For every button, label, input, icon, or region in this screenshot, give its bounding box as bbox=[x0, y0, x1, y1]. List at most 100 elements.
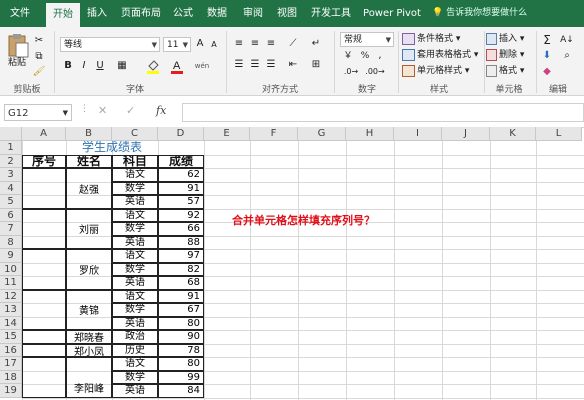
column-header[interactable]: K bbox=[490, 127, 536, 141]
row-header[interactable]: 11 bbox=[0, 276, 22, 290]
row-header[interactable]: 16 bbox=[0, 343, 22, 357]
column-header[interactable]: J bbox=[442, 127, 490, 141]
score-cell[interactable]: 88 bbox=[158, 235, 204, 249]
serial-number-cell[interactable] bbox=[22, 357, 66, 398]
subject-cell[interactable]: 英语 bbox=[112, 316, 158, 330]
row-header[interactable]: 18 bbox=[0, 370, 22, 384]
cut-icon[interactable]: ✂ bbox=[32, 33, 46, 49]
format-cells-button[interactable]: 格式 ▾ bbox=[486, 64, 524, 78]
comma-button[interactable]: , bbox=[374, 48, 386, 64]
align-center-icon[interactable]: ☰ bbox=[248, 57, 262, 73]
number-format-select[interactable]: 常规 ▼ bbox=[340, 32, 394, 47]
subject-cell[interactable]: 数学 bbox=[112, 181, 158, 195]
row-header[interactable]: 10 bbox=[0, 262, 22, 276]
column-header[interactable]: H bbox=[346, 127, 394, 141]
delete-cells-button[interactable]: 删除 ▾ bbox=[486, 48, 524, 62]
autosum-icon[interactable]: Σ bbox=[540, 32, 554, 48]
row-header[interactable]: 4 bbox=[0, 181, 22, 195]
subject-cell[interactable]: 英语 bbox=[112, 276, 158, 290]
score-cell[interactable]: 68 bbox=[158, 276, 204, 290]
align-right-icon[interactable]: ☰ bbox=[264, 57, 278, 73]
score-cell[interactable]: 62 bbox=[158, 168, 204, 182]
wrap-text-icon[interactable]: ↵ bbox=[308, 36, 324, 52]
score-cell[interactable]: 91 bbox=[158, 289, 204, 303]
row-header[interactable]: 14 bbox=[0, 316, 22, 330]
column-header[interactable]: D bbox=[158, 127, 204, 141]
insert-function-icon[interactable]: fx bbox=[156, 104, 166, 117]
row-header[interactable]: 13 bbox=[0, 303, 22, 317]
score-cell[interactable]: 80 bbox=[158, 357, 204, 371]
font-name-select[interactable]: 等线 ▼ bbox=[60, 37, 160, 52]
score-cell[interactable]: 84 bbox=[158, 384, 204, 398]
score-cell[interactable]: 97 bbox=[158, 249, 204, 263]
grow-font-button[interactable]: A bbox=[194, 36, 206, 52]
subject-cell[interactable]: 历史 bbox=[112, 343, 158, 357]
column-header[interactable]: F bbox=[250, 127, 298, 141]
shrink-font-button[interactable]: A bbox=[208, 37, 220, 53]
student-name-cell[interactable]: 郑小凤 bbox=[66, 343, 112, 357]
row-header[interactable]: 1 bbox=[0, 141, 22, 155]
indent-icon[interactable]: ⇤ bbox=[284, 57, 302, 73]
clear-icon[interactable]: ◆ bbox=[540, 64, 554, 80]
student-name-cell[interactable]: 罗欣 bbox=[66, 249, 112, 290]
name-box[interactable]: G12 ▼ bbox=[4, 104, 72, 121]
subject-cell[interactable]: 语文 bbox=[112, 208, 158, 222]
subject-cell[interactable]: 英语 bbox=[112, 235, 158, 249]
subject-cell[interactable]: 数学 bbox=[112, 370, 158, 384]
align-top-icon[interactable]: ≡ bbox=[232, 36, 246, 52]
tab-insert[interactable]: 插入 bbox=[84, 0, 110, 27]
row-header[interactable]: 6 bbox=[0, 208, 22, 222]
subject-cell[interactable]: 数学 bbox=[112, 303, 158, 317]
subject-cell[interactable]: 英语 bbox=[112, 384, 158, 398]
score-cell[interactable]: 57 bbox=[158, 195, 204, 209]
copy-icon[interactable]: ⧉ bbox=[32, 49, 46, 65]
sort-filter-icon[interactable]: A↓ bbox=[558, 32, 576, 48]
orientation-icon[interactable]: ⟋ bbox=[284, 36, 302, 52]
serial-number-cell[interactable] bbox=[22, 289, 66, 330]
subject-cell[interactable]: 英语 bbox=[112, 195, 158, 209]
column-header[interactable]: A bbox=[22, 127, 66, 141]
column-header[interactable]: I bbox=[394, 127, 442, 141]
cancel-icon[interactable]: ✕ bbox=[98, 104, 107, 117]
align-left-icon[interactable]: ☰ bbox=[232, 57, 246, 73]
tab-review[interactable]: 审阅 bbox=[240, 0, 266, 27]
select-all-corner[interactable] bbox=[0, 127, 22, 141]
student-name-cell[interactable]: 李阳峰 bbox=[66, 357, 112, 398]
serial-number-cell[interactable] bbox=[22, 208, 66, 249]
cell-styles-button[interactable]: 单元格样式 ▾ bbox=[402, 64, 469, 78]
score-cell[interactable]: 80 bbox=[158, 316, 204, 330]
score-cell[interactable]: 78 bbox=[158, 343, 204, 357]
score-cell[interactable]: 92 bbox=[158, 208, 204, 222]
underline-button[interactable]: U bbox=[94, 58, 106, 74]
subject-cell[interactable]: 语文 bbox=[112, 168, 158, 182]
column-header[interactable]: L bbox=[536, 127, 582, 141]
subject-cell[interactable]: 语文 bbox=[112, 289, 158, 303]
fill-color-button[interactable] bbox=[146, 58, 160, 74]
conditional-format-button[interactable]: 条件格式 ▾ bbox=[402, 32, 460, 46]
subject-cell[interactable]: 数学 bbox=[112, 262, 158, 276]
format-as-table-button[interactable]: 套用表格格式 ▾ bbox=[402, 48, 478, 62]
serial-number-cell[interactable] bbox=[22, 249, 66, 290]
row-header[interactable]: 7 bbox=[0, 222, 22, 236]
tab-home[interactable]: 开始 bbox=[46, 3, 80, 27]
tab-file[interactable]: 文件 bbox=[2, 0, 38, 27]
score-cell[interactable]: 82 bbox=[158, 262, 204, 276]
score-cell[interactable]: 90 bbox=[158, 330, 204, 344]
subject-cell[interactable]: 语文 bbox=[112, 249, 158, 263]
serial-number-cell[interactable] bbox=[22, 343, 66, 357]
percent-button[interactable]: % bbox=[358, 48, 372, 64]
row-header[interactable]: 5 bbox=[0, 195, 22, 209]
student-name-cell[interactable]: 郑晓春 bbox=[66, 330, 112, 344]
tab-developer[interactable]: 开发工具 bbox=[308, 0, 354, 27]
subject-cell[interactable]: 语文 bbox=[112, 357, 158, 371]
italic-button[interactable]: I bbox=[78, 58, 90, 74]
bold-button[interactable]: B bbox=[62, 58, 74, 74]
borders-icon[interactable]: ▦ bbox=[112, 58, 132, 74]
decrease-decimal-icon[interactable]: .00→ bbox=[364, 64, 386, 80]
currency-button[interactable]: ￥ bbox=[340, 48, 356, 64]
serial-number-cell[interactable] bbox=[22, 168, 66, 209]
score-cell[interactable]: 67 bbox=[158, 303, 204, 317]
row-header[interactable]: 12 bbox=[0, 289, 22, 303]
column-header[interactable]: G bbox=[298, 127, 346, 141]
tab-view[interactable]: 视图 bbox=[274, 0, 300, 27]
